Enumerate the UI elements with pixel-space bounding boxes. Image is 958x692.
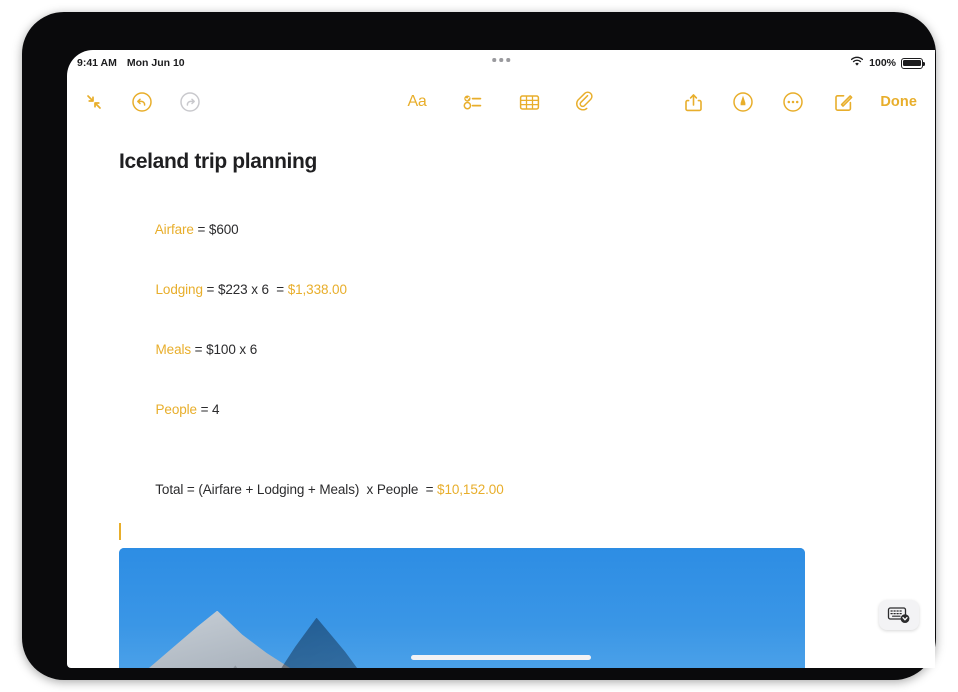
toolbar: Aa Done [67,76,935,128]
calc-row[interactable]: Meals = $100 x 6 [119,320,935,380]
home-indicator[interactable] [411,655,591,660]
battery-fill [903,59,921,67]
calc-row[interactable]: People = 4 [119,380,935,440]
undo-icon[interactable] [129,89,155,115]
share-icon[interactable] [680,89,706,115]
multitask-dots-icon[interactable] [492,58,510,62]
calc-expression: = 4 [196,402,220,417]
multitask-dot [506,58,510,62]
multitask-dot [499,58,503,62]
multitask-dot [492,58,496,62]
more-ellipsis-icon[interactable] [780,89,806,115]
calc-variable: Airfare [154,222,194,237]
collapse-arrows-icon[interactable] [81,89,107,115]
calc-row[interactable]: Lodging = $223 x 6 = $1,338.00 [119,260,935,320]
total-row[interactable]: Total = (Airfare + Lodging + Meals) x Pe… [119,460,935,520]
status-time: 9:41 AM [77,57,117,69]
calc-variable: People [155,402,198,417]
screen: 9:41 AM Mon Jun 10 100% Aa Done Iceland … [67,50,935,668]
calc-expression: = $100 x 6 [191,342,258,357]
snowy-mountain-photo[interactable] [119,548,805,668]
wifi-icon [850,56,864,70]
calc-result: $1,338.00 [287,282,347,297]
status-date: Mon Jun 10 [126,57,185,69]
redo-icon [177,89,203,115]
calculation-block[interactable]: Airfare = $600 Lodging = $223 x 6 = $1,3… [119,200,935,520]
done-button[interactable]: Done [880,94,917,110]
total-expression: Total = (Airfare + Lodging + Meals) x Pe… [155,482,438,497]
note-body[interactable]: Iceland trip planning Airfare = $600 Lod… [67,128,935,668]
calc-expression: = $223 x 6 = [202,282,288,297]
format-text-label: Aa [407,93,427,110]
table-icon[interactable] [516,89,542,115]
text-cursor [119,523,121,540]
battery-percent-label: 100% [869,57,896,69]
battery-icon [901,57,926,69]
keyboard-dismiss-button[interactable] [879,600,919,630]
calc-variable: Lodging [155,282,203,297]
markup-pen-icon[interactable] [730,89,756,115]
total-result: $10,152.00 [437,482,504,497]
format-text-button[interactable]: Aa [404,89,430,115]
status-bar: 9:41 AM Mon Jun 10 100% [67,50,935,76]
note-title[interactable]: Iceland trip planning [119,150,935,174]
compose-icon[interactable] [830,89,856,115]
paperclip-icon[interactable] [572,89,598,115]
device-frame: 9:41 AM Mon Jun 10 100% Aa Done Iceland … [22,12,936,680]
checklist-icon[interactable] [460,89,486,115]
calc-variable: Meals [155,342,192,357]
calc-expression: = $600 [193,222,239,237]
keyboard-dismiss-icon [887,607,910,623]
calc-row[interactable]: Airfare = $600 [119,200,935,260]
